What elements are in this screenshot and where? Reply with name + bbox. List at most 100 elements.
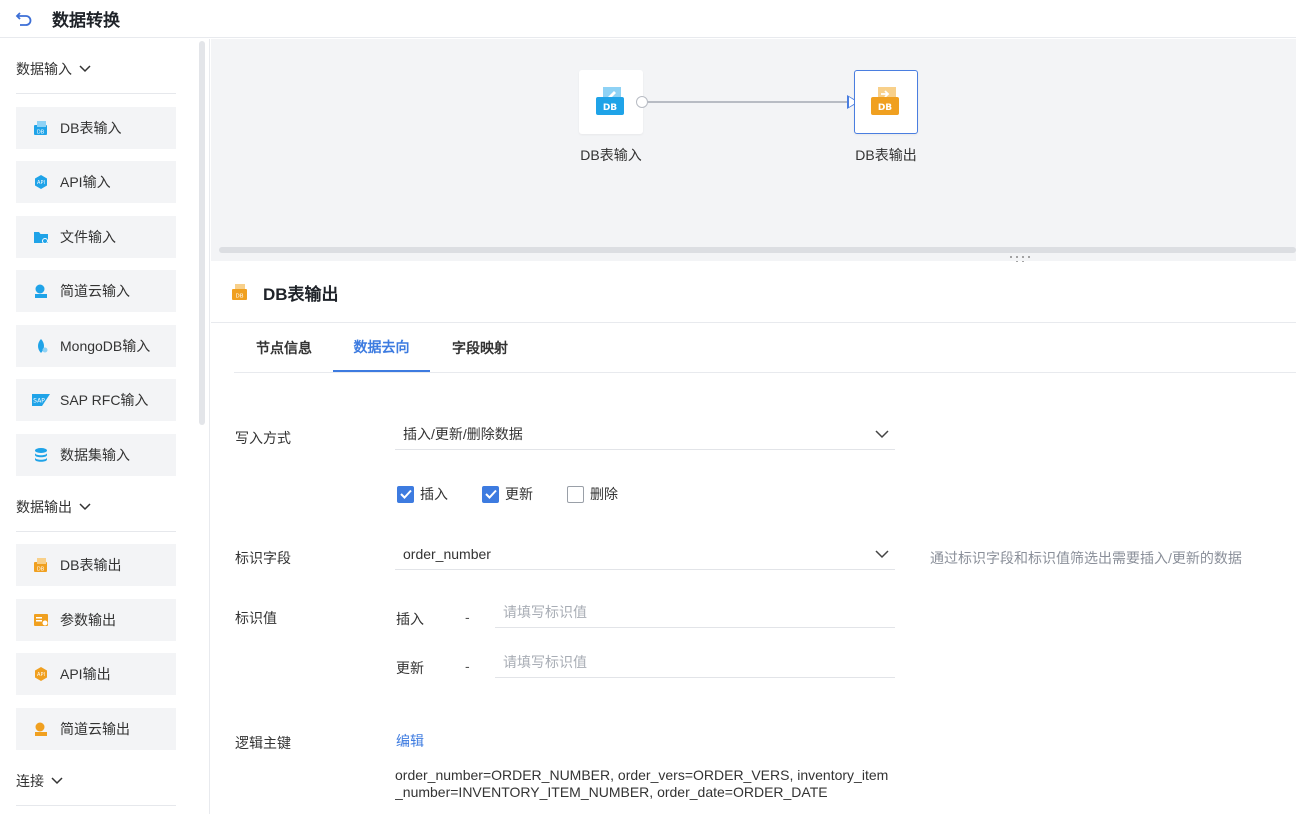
write-mode-select[interactable]: 插入/更新/删除数据 [395,418,895,450]
flow-node-label: DB表输入 [580,147,642,163]
file-input-icon [32,228,50,246]
checkbox-label: 插入 [420,486,448,502]
mongodb-input-icon [32,337,50,355]
flow-node-db-output[interactable]: DB [854,70,918,134]
group-data-input[interactable]: 数据输入 [16,57,92,81]
logic-key-label: 逻辑主键 [235,735,291,751]
sidebar-item-label: MongoDB输入 [60,338,151,354]
id-value-label: 标识值 [235,610,277,626]
db-input-icon: DB [596,87,624,115]
sidebar-item-mongodb-input[interactable]: MongoDB输入 [16,325,176,367]
checkbox-checked-icon[interactable] [482,485,499,503]
insert-checkbox[interactable]: 插入 [397,484,448,504]
id-value-insert-label: 插入 [396,611,424,627]
page-title: 数据转换 [52,11,120,30]
panel-tabs: 节点信息 数据去向 字段映射 [234,324,1296,373]
flow-node-label: DB表输出 [855,147,917,163]
id-value-update-label: 更新 [396,660,424,676]
separator-dash: - [465,658,470,674]
top-bar: 数据转换 [0,0,1296,38]
jdy-output-icon [32,720,50,738]
svg-text:DB: DB [37,129,45,135]
svg-text:DB: DB [603,103,617,113]
tab-node-info[interactable]: 节点信息 [234,324,334,372]
sidebar-item-api-output[interactable]: API API输出 [16,653,176,695]
chevron-down-icon [875,430,889,439]
sidebar-item-label: 简道云输入 [60,283,130,299]
checkbox-checked-icon[interactable] [397,485,414,503]
param-output-icon [32,611,50,629]
node-palette-sidebar: 数据输入 DB DB表输入 API API输入 文件输入 简道云输入 Mongo… [0,39,210,814]
svg-text:SAP: SAP [33,398,45,405]
sidebar-scrollbar[interactable] [199,41,205,425]
sidebar-item-db-output[interactable]: DB DB表输出 [16,544,176,586]
api-input-icon: API [32,173,50,191]
panel-title: DB表输出 [263,284,339,304]
sidebar-item-db-input[interactable]: DB DB表输入 [16,107,176,149]
sidebar-item-api-input[interactable]: API API输入 [16,161,176,203]
id-field-select[interactable]: order_number [395,538,895,570]
back-arrow-icon[interactable] [14,9,34,29]
sidebar-item-sap-input[interactable]: SAP SAP RFC输入 [16,379,176,421]
svg-text:API: API [37,180,45,186]
sidebar-item-dataset-input[interactable]: 数据集输入 [16,434,176,476]
api-output-icon: API [32,665,50,683]
divider [16,93,176,94]
flow-canvas[interactable] [211,39,1296,261]
dataset-input-icon [32,446,50,464]
canvas-scrollbar[interactable] [219,247,1296,253]
sidebar-item-label: 数据集输入 [60,447,130,463]
db-input-icon: DB [32,119,50,137]
svg-text:API: API [37,672,45,678]
delete-checkbox[interactable]: 删除 [567,484,618,504]
panel-header: DB DB表输出 [211,262,1296,323]
sidebar-item-label: DB表输入 [60,120,122,136]
divider [16,531,176,532]
divider [16,805,176,806]
checkbox-unchecked-icon[interactable] [567,485,584,503]
id-field-value: order_number [403,545,491,562]
db-output-icon: DB [871,87,899,115]
write-mode-label: 写入方式 [235,430,291,446]
chevron-down-icon [79,503,91,511]
group-title-label: 数据输出 [16,499,72,515]
db-output-icon: DB [232,284,247,300]
logic-key-edit-link[interactable]: 编辑 [396,731,424,751]
group-title-label: 数据输入 [16,61,72,77]
id-value-insert-input[interactable] [495,596,895,628]
sidebar-item-jdy-input[interactable]: 简道云输入 [16,270,176,312]
group-connection[interactable]: 连接 [16,769,64,793]
svg-text:DB: DB [235,294,243,300]
sidebar-item-label: SAP RFC输入 [60,392,149,408]
sidebar-item-label: API输出 [60,666,111,682]
id-field-hint: 通过标识字段和标识值筛选出需要插入/更新的数据 [930,550,1242,566]
sap-input-icon: SAP [32,391,50,409]
group-title-label: 连接 [16,773,44,789]
jdy-input-icon [32,282,50,300]
output-port[interactable] [636,96,648,108]
svg-text:DB: DB [878,103,892,113]
checkbox-label: 删除 [590,486,618,502]
logic-key-mapping: order_number=ORDER_NUMBER, order_vers=OR… [395,767,889,800]
sidebar-item-label: 简道云输出 [60,721,130,737]
id-value-update-input[interactable] [495,646,895,678]
flow-edge[interactable] [643,101,851,103]
sidebar-item-label: 参数输出 [60,612,116,628]
update-checkbox[interactable]: 更新 [482,484,533,504]
sidebar-item-jdy-output[interactable]: 简道云输出 [16,708,176,750]
chevron-down-icon [79,65,91,73]
group-data-output[interactable]: 数据输出 [16,495,92,519]
db-output-icon: DB [32,556,50,574]
tab-data-destination[interactable]: 数据去向 [333,324,430,372]
flow-node-db-input[interactable]: DB [579,70,643,134]
sidebar-item-file-input[interactable]: 文件输入 [16,216,176,258]
tab-field-mapping[interactable]: 字段映射 [430,324,530,372]
chevron-down-icon [875,550,889,559]
separator-dash: - [465,609,470,625]
write-mode-value: 插入/更新/删除数据 [403,425,523,442]
sidebar-item-param-output[interactable]: 参数输出 [16,599,176,641]
checkbox-label: 更新 [505,486,533,502]
sidebar-item-label: 文件输入 [60,229,116,245]
svg-text:DB: DB [37,566,45,572]
sidebar-item-label: API输入 [60,174,111,190]
